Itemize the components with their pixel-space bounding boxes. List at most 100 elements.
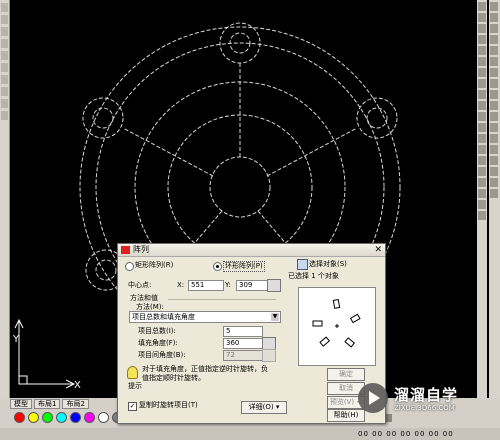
toolbar-icon[interactable] bbox=[1, 15, 8, 24]
watermark: 溜溜自学 ZIXUE.3D66.COM bbox=[358, 383, 478, 417]
toolbar-icon[interactable] bbox=[490, 90, 498, 99]
x-label: X: bbox=[177, 281, 185, 289]
status-bar: 00 00 00 00 00 00 00 bbox=[0, 428, 500, 440]
toolbar-icon[interactable] bbox=[490, 46, 498, 55]
color-swatch-cyan[interactable] bbox=[56, 412, 67, 423]
method-value: 项目总数和填充角度 bbox=[132, 313, 195, 321]
toolbar-icon[interactable] bbox=[490, 35, 498, 44]
color-swatch-magenta[interactable] bbox=[84, 412, 95, 423]
toolbar-icon[interactable] bbox=[1, 75, 8, 84]
y-label: Y: bbox=[225, 281, 231, 289]
toolbar-icon[interactable] bbox=[1, 39, 8, 48]
toolbar-icon[interactable] bbox=[490, 57, 498, 66]
right-toolbar-1 bbox=[477, 0, 487, 412]
toolbar-icon[interactable] bbox=[490, 24, 498, 33]
toolbar-icon[interactable] bbox=[478, 35, 486, 44]
ucs-y-label: Y bbox=[13, 334, 20, 345]
color-swatch-yellow[interactable] bbox=[28, 412, 39, 423]
tab-model[interactable]: 模型 bbox=[10, 399, 32, 409]
item-angle-field[interactable]: 72 bbox=[223, 350, 263, 361]
toolbar-icon[interactable] bbox=[478, 145, 486, 154]
toolbar-icon[interactable] bbox=[1, 27, 8, 36]
toolbar-icon[interactable] bbox=[490, 13, 498, 22]
toolbar-icon[interactable] bbox=[478, 189, 486, 198]
toolbar-icon[interactable] bbox=[490, 79, 498, 88]
toolbar-icon[interactable] bbox=[490, 145, 498, 154]
tip-label: 提示 bbox=[128, 382, 142, 390]
toolbar-icon[interactable] bbox=[1, 63, 8, 72]
color-swatch-red[interactable] bbox=[14, 412, 25, 423]
toolbar-icon[interactable] bbox=[490, 2, 498, 11]
ok-button[interactable]: 确定 bbox=[327, 368, 365, 381]
toolbar-icon[interactable] bbox=[490, 68, 498, 77]
toolbar-icon[interactable] bbox=[478, 156, 486, 165]
toolbar-icon[interactable] bbox=[478, 200, 486, 209]
toolbar-icon[interactable] bbox=[478, 2, 486, 11]
toolbar-icon[interactable] bbox=[478, 101, 486, 110]
toolbar-icon[interactable] bbox=[1, 3, 8, 12]
toolbar-icon[interactable] bbox=[478, 13, 486, 22]
toolbar-icon[interactable] bbox=[490, 101, 498, 110]
toolbar-icon[interactable] bbox=[490, 178, 498, 187]
color-swatch-green[interactable] bbox=[42, 412, 53, 423]
method-select[interactable]: 项目总数和填充角度 ▼ bbox=[129, 311, 281, 323]
details-button[interactable]: 详细(O) ▾ bbox=[241, 401, 287, 414]
play-icon bbox=[358, 383, 388, 413]
toolbar-icon[interactable] bbox=[1, 87, 8, 96]
toolbar-icon[interactable] bbox=[478, 79, 486, 88]
toolbar-icon[interactable] bbox=[490, 167, 498, 176]
close-icon[interactable]: ✕ bbox=[374, 244, 382, 256]
toolbar-icon[interactable] bbox=[478, 123, 486, 132]
toolbar-icon[interactable] bbox=[490, 112, 498, 121]
lug-inner-4 bbox=[95, 259, 117, 281]
left-toolbar bbox=[0, 0, 10, 400]
polar-array-radio[interactable] bbox=[213, 262, 222, 271]
rect-array-radio[interactable] bbox=[125, 262, 134, 271]
toolbar-icon[interactable] bbox=[478, 57, 486, 66]
tab-layout2[interactable]: 布局2 bbox=[62, 399, 89, 409]
watermark-url: ZIXUE.3D66.COM bbox=[394, 404, 455, 412]
array-dialog: 阵列 ✕ 矩形阵列(R) 环形阵列(P) 选择对象(S) 已选择 1 个对象 中… bbox=[117, 243, 386, 424]
rect-array-label[interactable]: 矩形阵列(R) bbox=[135, 261, 173, 270]
toolbar-icon[interactable] bbox=[478, 68, 486, 77]
polar-array-label[interactable]: 环形阵列(P) bbox=[223, 261, 265, 272]
color-swatch-white[interactable] bbox=[98, 412, 109, 423]
toolbar-icon[interactable] bbox=[1, 111, 8, 120]
toolbar-icon[interactable] bbox=[478, 134, 486, 143]
center-point-label: 中心点: bbox=[128, 281, 152, 289]
total-items-field[interactable]: 5 bbox=[223, 326, 263, 337]
toolbar-icon[interactable] bbox=[490, 134, 498, 143]
selected-count: 已选择 1 个对象 bbox=[288, 272, 339, 280]
dialog-titlebar[interactable]: 阵列 ✕ bbox=[118, 244, 385, 257]
pick-center-icon[interactable] bbox=[267, 279, 281, 292]
toolbar-icon[interactable] bbox=[478, 90, 486, 99]
color-swatch-blue[interactable] bbox=[70, 412, 81, 423]
rotate-items-label[interactable]: 复制时旋转项目(T) bbox=[139, 401, 198, 410]
toolbar-icon[interactable] bbox=[490, 123, 498, 132]
item-angle-label: 项目间角度(B): bbox=[138, 351, 186, 359]
toolbar-icon[interactable] bbox=[1, 99, 8, 108]
app-logo-icon bbox=[121, 245, 130, 254]
right-toolbar-2 bbox=[489, 0, 500, 412]
rotate-items-checkbox[interactable]: ✓ bbox=[128, 402, 137, 411]
toolbar-icon[interactable] bbox=[478, 211, 486, 220]
center-x-field[interactable]: 551 bbox=[188, 280, 224, 291]
ucs-x-label: X bbox=[74, 380, 81, 391]
toolbar-icon[interactable] bbox=[478, 46, 486, 55]
toolbar-icon[interactable] bbox=[490, 156, 498, 165]
select-objects-button[interactable]: 选择对象(S) bbox=[309, 260, 347, 269]
tab-layout1[interactable]: 布局1 bbox=[34, 399, 61, 409]
fill-angle-label: 填充角度(F): bbox=[138, 339, 178, 347]
watermark-brand: 溜溜自学 bbox=[394, 386, 459, 404]
chevron-down-icon[interactable]: ▼ bbox=[271, 313, 279, 321]
pick-angle-icon[interactable] bbox=[262, 349, 276, 362]
toolbar-icon[interactable] bbox=[1, 51, 8, 60]
toolbar-icon[interactable] bbox=[478, 167, 486, 176]
toolbar-icon[interactable] bbox=[490, 189, 498, 198]
fill-angle-field[interactable]: 360 bbox=[223, 338, 263, 349]
preview-pane bbox=[298, 287, 376, 366]
toolbar-icon[interactable] bbox=[478, 178, 486, 187]
toolbar-icon[interactable] bbox=[478, 112, 486, 121]
toolbar-icon[interactable] bbox=[478, 24, 486, 33]
select-objects-icon[interactable] bbox=[297, 259, 308, 270]
